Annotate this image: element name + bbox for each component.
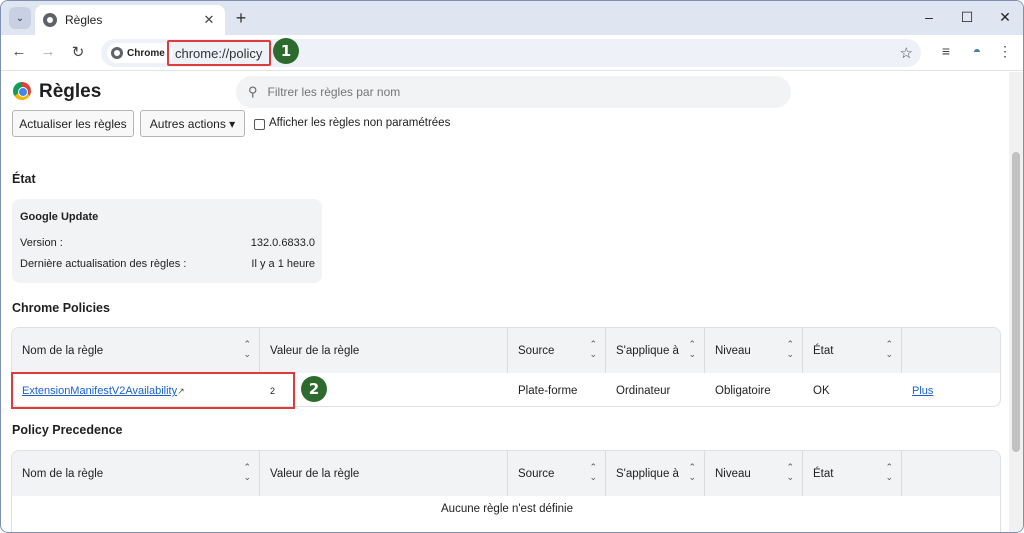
- sort-icon[interactable]: ⌃ ⌄: [589, 462, 597, 482]
- active-tab[interactable]: Règles ✕: [35, 5, 225, 35]
- col-header-source[interactable]: Source ⌃ ⌄: [508, 451, 606, 496]
- page-scrollbar[interactable]: [1009, 72, 1023, 532]
- chrome-logo-icon: [13, 82, 31, 100]
- policy-status-cell: OK: [813, 385, 830, 397]
- page-title: Règles: [39, 81, 102, 102]
- new-tab-button[interactable]: +: [231, 8, 251, 28]
- maximize-button[interactable]: ☐: [957, 9, 977, 26]
- policy-source-cell: Plate-forme: [518, 385, 578, 397]
- status-heading: État: [12, 172, 36, 186]
- status-row-last-update: Dernière actualisation des règles : Il y…: [20, 258, 315, 270]
- sort-icon[interactable]: ⌃ ⌄: [885, 462, 893, 482]
- reload-policies-button[interactable]: Actualiser les règles: [12, 110, 134, 137]
- more-actions-button[interactable]: Autres actions ▾: [140, 110, 245, 137]
- col-header-name[interactable]: Nom de la règle ⌃ ⌄: [12, 451, 260, 496]
- policy-value-cell: 2: [270, 386, 276, 396]
- scrollbar-thumb[interactable]: [1012, 152, 1020, 452]
- site-info-chip[interactable]: Chrome: [107, 43, 173, 63]
- omnibox[interactable]: Chrome chrome://policy ☆: [101, 39, 921, 67]
- col-header-actions: [902, 451, 1000, 496]
- tab-strip: ⌄ Règles ✕ + – ☐ ✕: [1, 1, 1023, 35]
- sort-icon[interactable]: ⌃ ⌄: [589, 339, 597, 359]
- empty-message: Aucune règle n'est définie: [441, 503, 573, 515]
- browser-window: ⌄ Règles ✕ + – ☐ ✕ ← → ↻ Chrome chrome:/…: [0, 0, 1024, 533]
- more-link[interactable]: Plus: [912, 385, 933, 397]
- sort-icon[interactable]: ⌃ ⌄: [243, 462, 251, 482]
- reload-button[interactable]: ↻: [68, 43, 88, 61]
- filter-input[interactable]: [267, 85, 748, 99]
- chrome-policies-heading: Chrome Policies: [12, 301, 110, 315]
- sort-icon[interactable]: ⌃ ⌄: [885, 339, 893, 359]
- col-header-level[interactable]: Niveau ⌃ ⌄: [705, 451, 803, 496]
- site-chip-label: Chrome: [127, 47, 165, 59]
- annotation-badge-2: 2: [301, 376, 327, 402]
- search-icon: ⚲: [248, 84, 258, 99]
- sort-icon[interactable]: ⌃ ⌄: [688, 462, 696, 482]
- chevron-down-icon: ⌄: [15, 12, 25, 24]
- status-card-title: Google Update: [20, 211, 99, 223]
- status-card: Google Update Version : 132.0.6833.0 Der…: [12, 199, 322, 283]
- policy-more-cell: Plus: [902, 373, 1000, 406]
- col-header-status[interactable]: État ⌃ ⌄: [803, 328, 902, 373]
- policy-level-cell: Obligatoire: [715, 385, 771, 397]
- col-header-level[interactable]: Niveau ⌃ ⌄: [705, 328, 803, 373]
- annotation-badge-1: 1: [273, 38, 299, 64]
- sort-icon[interactable]: ⌃ ⌄: [786, 339, 794, 359]
- version-label: Version :: [20, 237, 63, 249]
- show-unset-label: Afficher les règles non paramétrées: [269, 117, 451, 129]
- col-header-scope[interactable]: S'applique à ⌃ ⌄: [606, 328, 705, 373]
- col-header-source[interactable]: Source ⌃ ⌄: [508, 328, 606, 373]
- policy-favicon-icon: [43, 13, 57, 27]
- last-update-label: Dernière actualisation des règles :: [20, 258, 187, 270]
- more-menu-icon[interactable]: ⋮: [996, 43, 1014, 60]
- last-update-value: Il y a 1 heure: [251, 258, 315, 270]
- minimize-button[interactable]: –: [919, 9, 939, 25]
- bookmark-star-icon[interactable]: ☆: [900, 44, 913, 62]
- policy-scope-cell: Ordinateur: [616, 385, 671, 397]
- close-tab-icon[interactable]: ✕: [201, 12, 217, 28]
- close-window-button[interactable]: ✕: [995, 9, 1015, 26]
- table-header: Nom de la règle ⌃ ⌄ Valeur de la règle Sou…: [12, 451, 1000, 496]
- col-header-status[interactable]: État ⌃ ⌄: [803, 451, 902, 496]
- table-header: Nom de la règle ⌃ ⌄ Valeur de la règle Sou…: [12, 328, 1000, 373]
- policy-page: Règles ⚲ Actualiser les règles Autres ac…: [1, 72, 1011, 532]
- col-header-actions: [902, 328, 1000, 373]
- version-value: 132.0.6833.0: [250, 237, 315, 249]
- precedence-table: Nom de la règle ⌃ ⌄ Valeur de la règle Sou…: [11, 450, 1001, 532]
- forward-button[interactable]: →: [38, 43, 58, 60]
- sort-icon[interactable]: ⌃ ⌄: [688, 339, 696, 359]
- browser-toolbar: ← → ↻ Chrome chrome://policy ☆ 1 ≡ ◓ ⋮: [1, 35, 1023, 71]
- more-actions-label: Autres actions: [149, 116, 226, 131]
- annotation-highlight-box: [11, 372, 295, 409]
- url-text[interactable]: chrome://policy: [167, 40, 271, 66]
- col-header-value: Valeur de la règle: [260, 451, 508, 496]
- status-row-version: Version : 132.0.6833.0: [20, 237, 315, 249]
- filter-box[interactable]: ⚲: [236, 76, 791, 108]
- show-unset-checkbox[interactable]: [254, 119, 265, 130]
- dropdown-arrow-icon: ▾: [229, 116, 236, 131]
- tab-search-button[interactable]: ⌄: [9, 7, 31, 29]
- back-button[interactable]: ←: [9, 43, 29, 60]
- sort-icon[interactable]: ⌃ ⌄: [243, 339, 251, 359]
- policy-precedence-heading: Policy Precedence: [12, 423, 123, 437]
- media-controls-icon[interactable]: ≡: [937, 43, 955, 59]
- col-header-value: Valeur de la règle: [260, 328, 508, 373]
- col-header-scope[interactable]: S'applique à ⌃ ⌄: [606, 451, 705, 496]
- profile-avatar-icon[interactable]: ◓: [968, 43, 986, 59]
- tab-title: Règles: [65, 13, 103, 27]
- sort-icon[interactable]: ⌃ ⌄: [786, 462, 794, 482]
- col-header-name[interactable]: Nom de la règle ⌃ ⌄: [12, 328, 260, 373]
- chrome-icon: [111, 47, 123, 59]
